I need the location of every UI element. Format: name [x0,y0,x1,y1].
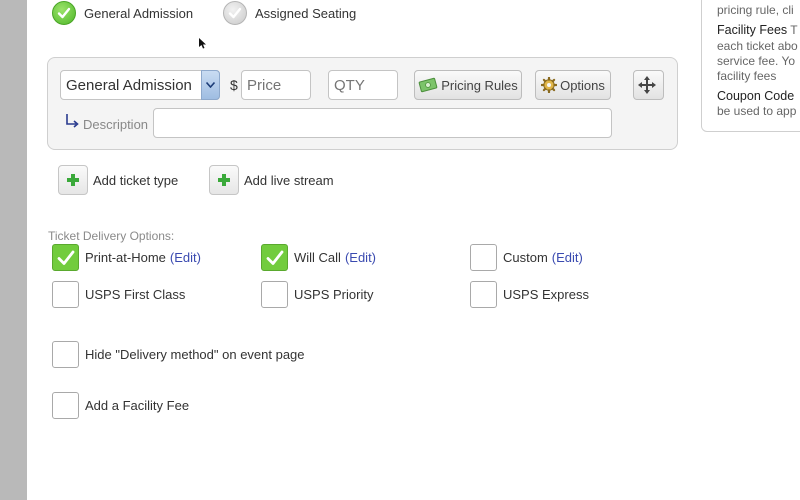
radio-unchecked-icon [223,1,247,25]
checkbox-unchecked-icon[interactable] [470,244,497,271]
description-label: Description [83,117,149,132]
assigned-seating-label: Assigned Seating [255,5,357,21]
plus-icon [209,165,239,195]
info-text-fragment: T [787,23,798,37]
help-info-panel: pricing rule, cli Facility Fees T each t… [701,0,800,132]
edit-link[interactable]: (Edit) [170,250,201,265]
price-input[interactable] [241,70,311,100]
delivery-option-label: Custom [503,250,548,265]
return-arrow-icon [65,113,79,132]
add-ticket-type-button[interactable]: Add ticket type [58,165,178,195]
delivery-option-usps-first-class[interactable]: USPS First Class [52,281,185,308]
checkbox-unchecked-icon[interactable] [52,392,79,419]
radio-checked-icon [52,1,76,25]
pricing-rules-label: Pricing Rules [441,77,518,93]
money-icon [418,77,438,93]
delivery-option-will-call[interactable]: Will Call (Edit) [261,244,376,271]
delivery-option-custom[interactable]: Custom (Edit) [470,244,583,271]
info-text-line: facility fees [717,69,777,83]
options-label: Options [560,77,605,93]
qty-input[interactable] [328,70,398,100]
edit-link[interactable]: (Edit) [345,250,376,265]
facility-fees-heading: Facility Fees T [717,23,798,37]
ticket-type-selected-value: General Admission [66,76,192,94]
options-button[interactable]: Options [535,70,611,100]
info-text-line: pricing rule, cli [717,3,794,17]
delivery-option-label: USPS Express [503,287,589,302]
ticket-delivery-options-label: Ticket Delivery Options: [48,229,175,243]
chevron-down-icon[interactable] [201,70,220,100]
info-text-line: service fee. Yo [717,54,796,68]
hide-delivery-method-label: Hide "Delivery method" on event page [85,347,305,362]
coupon-code-heading: Coupon Code [717,89,795,103]
general-admission-option[interactable]: General Admission [52,0,193,26]
checkbox-checked-icon[interactable] [52,244,79,271]
left-gutter [0,0,27,500]
add-ticket-type-label: Add ticket type [93,172,179,188]
add-facility-fee-option[interactable]: Add a Facility Fee [52,392,189,419]
mouse-cursor-icon [199,38,206,49]
checkbox-unchecked-icon[interactable] [52,341,79,368]
description-input[interactable] [153,108,612,138]
info-text-line: be used to app [717,104,797,118]
info-text-line: each ticket abo [717,39,798,53]
delivery-option-label: Print-at-Home [85,250,166,265]
delivery-option-usps-express[interactable]: USPS Express [470,281,589,308]
add-live-stream-button[interactable]: Add live stream [209,165,334,195]
delivery-option-label: Will Call [294,250,341,265]
edit-link[interactable]: (Edit) [552,250,583,265]
ticket-type-panel: General Admission $ Pricing Rules Option… [47,57,678,150]
delivery-option-print-at-home[interactable]: Print-at-Home (Edit) [52,244,201,271]
assigned-seating-option[interactable]: Assigned Seating [223,0,356,26]
ticket-type-select[interactable]: General Admission [60,70,220,100]
add-live-stream-label: Add live stream [244,172,334,188]
checkbox-unchecked-icon[interactable] [261,281,288,308]
plus-icon [58,165,88,195]
add-facility-fee-label: Add a Facility Fee [85,398,190,413]
checkbox-unchecked-icon[interactable] [470,281,497,308]
currency-symbol: $ [230,77,238,93]
delivery-option-label: USPS Priority [294,287,374,302]
pricing-rules-button[interactable]: Pricing Rules [414,70,522,100]
delivery-option-usps-priority[interactable]: USPS Priority [261,281,373,308]
gear-icon [541,77,558,93]
delivery-option-label: USPS First Class [85,287,186,302]
facility-fees-heading-text: Facility Fees [717,23,788,37]
move-arrows-icon [638,76,656,94]
drag-handle-button[interactable] [633,70,664,100]
hide-delivery-method-option[interactable]: Hide "Delivery method" on event page [52,341,305,368]
checkbox-checked-icon[interactable] [261,244,288,271]
checkbox-unchecked-icon[interactable] [52,281,79,308]
general-admission-label: General Admission [84,5,194,21]
